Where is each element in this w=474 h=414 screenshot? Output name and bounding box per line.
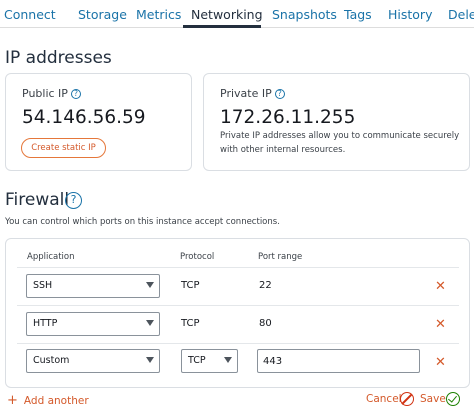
port-range-value: 22 — [259, 280, 272, 291]
column-header-application: Application — [27, 252, 75, 262]
firewall-title: Firewall — [5, 190, 70, 210]
question-circle-icon[interactable]: ? — [70, 89, 81, 99]
public-ip-card: Public IP? 54.146.56.59 Create static IP — [5, 73, 192, 171]
private-ip-card: Private IP? 172.26.11.255 Private IP add… — [203, 73, 470, 171]
column-header-port-range: Port range — [258, 252, 303, 262]
port-range-input[interactable] — [257, 349, 420, 373]
close-icon[interactable]: ✕ — [435, 280, 446, 293]
application-select-ssh[interactable]: SSH — [26, 274, 160, 298]
caret-down-icon — [146, 320, 154, 326]
caret-down-icon — [146, 282, 154, 288]
protocol-value: TCP — [181, 318, 200, 329]
plus-icon: + — [7, 393, 18, 408]
tab-delete[interactable]: Delete — [448, 7, 474, 22]
application-select-http[interactable]: HTTP — [26, 312, 160, 336]
public-ip-value: 54.146.56.59 — [22, 107, 146, 128]
active-tab-indicator — [183, 25, 261, 28]
close-icon[interactable]: ✕ — [435, 356, 446, 369]
question-circle-icon[interactable]: ? — [65, 192, 82, 209]
tab-metrics[interactable]: Metrics — [136, 7, 181, 22]
private-ip-description: Private IP addresses allow you to commun… — [220, 131, 460, 155]
create-static-ip-button[interactable]: Create static IP — [21, 138, 106, 158]
protocol-value: TCP — [181, 280, 200, 291]
tab-storage[interactable]: Storage — [78, 7, 127, 22]
public-ip-label: Public IP? — [22, 87, 81, 100]
add-another-button[interactable]: + Add another — [7, 393, 89, 408]
tab-snapshots[interactable]: Snapshots — [272, 7, 337, 22]
tab-bar: Connect Storage Metrics Networking Snaps… — [0, 0, 474, 28]
firewall-description: You can control which ports on this inst… — [5, 217, 280, 227]
column-header-protocol: Protocol — [180, 252, 215, 262]
port-range-value: 80 — [259, 318, 272, 329]
check-circle-icon[interactable] — [446, 392, 460, 406]
row-divider — [17, 343, 459, 344]
ip-addresses-title: IP addresses — [5, 48, 112, 68]
protocol-select[interactable]: TCP — [181, 349, 238, 373]
cancel-button[interactable]: Cancel — [366, 393, 402, 405]
private-ip-label: Private IP? — [220, 87, 285, 100]
tab-history[interactable]: History — [388, 7, 432, 22]
row-divider — [17, 305, 459, 306]
caret-down-icon — [146, 357, 154, 363]
tab-connect[interactable]: Connect — [4, 7, 56, 22]
tab-tags[interactable]: Tags — [344, 7, 372, 22]
question-circle-icon[interactable]: ? — [274, 89, 285, 99]
row-divider — [17, 267, 459, 268]
caret-down-icon — [224, 357, 232, 363]
prohibited-icon[interactable] — [400, 392, 414, 406]
tab-networking[interactable]: Networking — [191, 7, 263, 22]
save-button[interactable]: Save — [420, 393, 446, 405]
private-ip-value: 172.26.11.255 — [220, 107, 356, 128]
application-select-custom[interactable]: Custom — [26, 349, 160, 373]
close-icon[interactable]: ✕ — [435, 318, 446, 331]
